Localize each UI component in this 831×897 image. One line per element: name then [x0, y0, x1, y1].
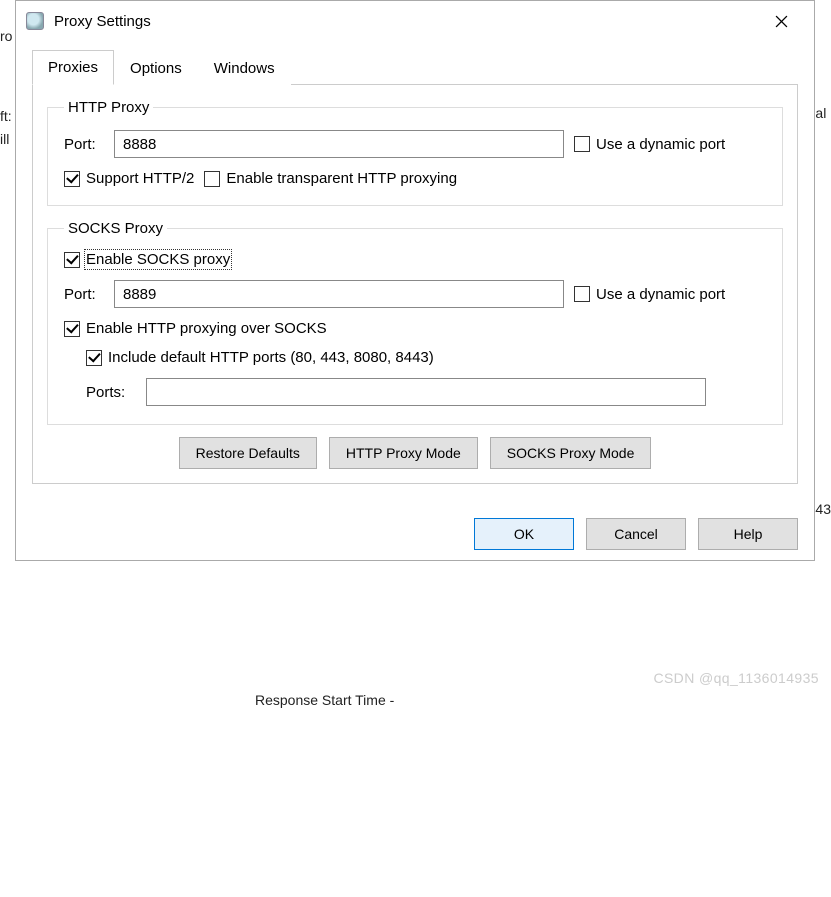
dialog-footer: OK Cancel Help: [16, 500, 814, 560]
socks-proxy-group: SOCKS Proxy Enable SOCKS proxy Port: Use…: [47, 220, 783, 425]
title-bar: Proxy Settings: [16, 1, 814, 41]
checkbox-label: Enable HTTP proxying over SOCKS: [86, 320, 327, 337]
http-port-input[interactable]: [114, 130, 564, 158]
socks-port-label: Port:: [64, 286, 104, 303]
transparent-proxying-checkbox[interactable]: Enable transparent HTTP proxying: [204, 170, 457, 187]
http-over-socks-checkbox[interactable]: Enable HTTP proxying over SOCKS: [64, 320, 327, 337]
tab-windows[interactable]: Windows: [198, 51, 291, 85]
support-http2-checkbox[interactable]: Support HTTP/2: [64, 170, 194, 187]
help-button[interactable]: Help: [698, 518, 798, 550]
cancel-button[interactable]: Cancel: [586, 518, 686, 550]
background-fragment: al 43: [815, 105, 831, 897]
checkbox-icon: [574, 286, 590, 302]
http-dynamic-port-checkbox[interactable]: Use a dynamic port: [574, 136, 725, 153]
include-default-ports-checkbox[interactable]: Include default HTTP ports (80, 443, 808…: [86, 349, 434, 366]
http-port-label: Port:: [64, 136, 104, 153]
checkbox-label: Use a dynamic port: [596, 286, 725, 303]
proxy-settings-dialog: Proxy Settings Proxies Options Windows H…: [15, 0, 815, 561]
tab-proxies[interactable]: Proxies: [32, 50, 114, 85]
proxies-panel: HTTP Proxy Port: Use a dynamic port Supp…: [32, 84, 798, 484]
socks-proxy-mode-button[interactable]: SOCKS Proxy Mode: [490, 437, 652, 469]
checkbox-icon: [204, 171, 220, 187]
socks-proxy-legend: SOCKS Proxy: [64, 220, 167, 237]
checkbox-label: Include default HTTP ports (80, 443, 808…: [108, 349, 434, 366]
checkbox-label: Use a dynamic port: [596, 136, 725, 153]
checkbox-icon: [574, 136, 590, 152]
checkbox-icon: [64, 171, 80, 187]
checkbox-icon: [64, 252, 80, 268]
background-fragment: ro ft: ill: [0, 25, 12, 150]
http-proxy-group: HTTP Proxy Port: Use a dynamic port Supp…: [47, 99, 783, 206]
ok-button[interactable]: OK: [474, 518, 574, 550]
window-title: Proxy Settings: [54, 13, 758, 30]
http-proxy-legend: HTTP Proxy: [64, 99, 153, 116]
background-fragment: Response Start Time -: [255, 692, 394, 708]
checkbox-label: Support HTTP/2: [86, 170, 194, 187]
restore-defaults-button[interactable]: Restore Defaults: [179, 437, 317, 469]
checkbox-icon: [86, 350, 102, 366]
http-proxy-mode-button[interactable]: HTTP Proxy Mode: [329, 437, 478, 469]
checkbox-icon: [64, 321, 80, 337]
socks-port-input[interactable]: [114, 280, 564, 308]
enable-socks-checkbox[interactable]: Enable SOCKS proxy: [64, 251, 230, 268]
tab-options[interactable]: Options: [114, 51, 198, 85]
app-icon: [26, 12, 44, 30]
watermark: CSDN @qq_1136014935: [653, 670, 819, 686]
socks-ports-label: Ports:: [86, 384, 136, 401]
socks-dynamic-port-checkbox[interactable]: Use a dynamic port: [574, 286, 725, 303]
checkbox-label: Enable transparent HTTP proxying: [226, 170, 457, 187]
close-button[interactable]: [758, 5, 804, 37]
tab-bar: Proxies Options Windows: [32, 49, 798, 85]
close-icon: [775, 15, 788, 28]
socks-ports-input[interactable]: [146, 378, 706, 406]
checkbox-label: Enable SOCKS proxy: [86, 251, 230, 268]
